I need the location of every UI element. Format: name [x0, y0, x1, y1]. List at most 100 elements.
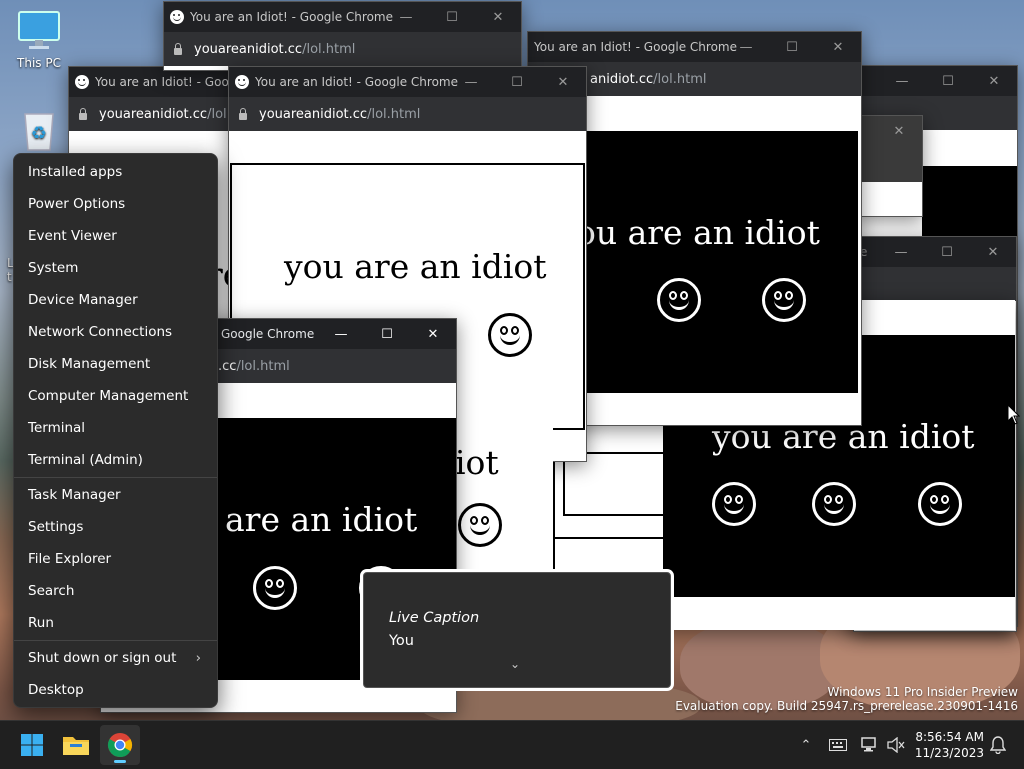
maximize-icon[interactable]: ☐	[364, 319, 410, 349]
window-title: You are an Idiot! - Google Chrome	[190, 10, 393, 24]
address-bar[interactable]: youareanidiot.cc/lol.	[69, 97, 239, 131]
watermark-line: Evaluation copy. Build 25947.rs_prerelea…	[675, 699, 1018, 713]
menu-item-shut-down[interactable]: Shut down or sign out ›	[14, 642, 217, 674]
close-icon[interactable]: ✕	[475, 2, 521, 32]
taskbar: ⌃ 8:56:54 AM 11/23/2023	[0, 720, 1024, 769]
maximize-icon[interactable]: ☐	[924, 237, 970, 267]
window-titlebar[interactable]: e — ☐ ✕	[854, 237, 1016, 267]
monitor-icon	[18, 11, 60, 49]
window-titlebar[interactable]: — ☐ ✕	[847, 66, 1017, 96]
smiley-face-icon	[918, 482, 962, 526]
active-indicator	[114, 760, 126, 763]
menu-item-event-viewer[interactable]: Event Viewer	[14, 220, 217, 252]
menu-item-power-options[interactable]: Power Options	[14, 188, 217, 220]
smiley-face-icon	[488, 313, 532, 357]
url-host: youareanidiot.cc	[259, 106, 368, 122]
smiley-face-icon	[253, 566, 297, 610]
network-icon[interactable]	[858, 721, 882, 769]
menu-item-computer-management[interactable]: Computer Management	[14, 380, 217, 412]
window-titlebar[interactable]: You are an Idiot! - Google Chrome — ☐ ✕	[229, 67, 586, 97]
desktop-partial-label: t	[7, 270, 12, 284]
desktop-icon-this-pc[interactable]: This PC	[9, 10, 69, 70]
chevron-right-icon: ›	[195, 650, 201, 666]
url-host: anidiot.cc	[590, 71, 654, 87]
url-host: youareanidiot.cc	[99, 106, 208, 122]
notification-bell-icon[interactable]	[986, 721, 1010, 769]
close-icon[interactable]: ✕	[815, 32, 861, 62]
close-icon[interactable]: ✕	[540, 67, 586, 97]
address-bar[interactable]: youareanidiot.cc/lol.html	[164, 32, 521, 66]
file-explorer-button[interactable]	[56, 725, 96, 765]
url-path: /lol.html	[302, 41, 356, 57]
keyboard-icon[interactable]	[826, 721, 850, 769]
smiley-face-icon	[657, 278, 701, 322]
close-icon[interactable]: ✕	[876, 116, 922, 146]
window-titlebar[interactable]: You are an Idiot! - Google Chrome	[69, 67, 239, 97]
volume-muted-icon[interactable]	[884, 721, 908, 769]
clock-date: 11/23/2023	[914, 746, 984, 760]
minimize-icon[interactable]: —	[383, 2, 429, 32]
minimize-icon[interactable]: —	[318, 319, 364, 349]
chevron-up-icon[interactable]: ⌃	[794, 721, 818, 769]
smiley-face-icon	[762, 278, 806, 322]
window-title: You are an Idiot! - Google Chrome	[95, 75, 239, 89]
menu-item-search[interactable]: Search	[14, 575, 217, 607]
menu-item-system[interactable]: System	[14, 252, 217, 284]
menu-item-network-connections[interactable]: Network Connections	[14, 316, 217, 348]
window-title: Google Chrome	[221, 327, 315, 341]
address-bar[interactable]: youareanidiot.cc/lol.html	[229, 97, 586, 131]
taskbar-clock[interactable]: 8:56:54 AM 11/23/2023	[915, 729, 984, 761]
clock-time: 8:56:54 AM	[915, 730, 984, 744]
page-fragment: iot	[455, 425, 553, 585]
chevron-down-icon[interactable]: ⌄	[510, 657, 520, 671]
url-host: .cc	[218, 358, 237, 374]
lock-icon	[174, 42, 182, 55]
maximize-icon[interactable]: ☐	[494, 67, 540, 97]
window-title: You are an Idiot! - Google Chrome	[255, 75, 458, 89]
menu-item-file-explorer[interactable]: File Explorer	[14, 543, 217, 575]
minimize-icon[interactable]: —	[448, 67, 494, 97]
quick-link-menu: Installed apps Power Options Event Viewe…	[13, 153, 218, 708]
start-button[interactable]	[12, 725, 52, 765]
menu-item-terminal-admin[interactable]: Terminal (Admin)	[14, 444, 217, 476]
maximize-icon[interactable]: ☐	[429, 2, 475, 32]
url-host: youareanidiot.cc	[194, 41, 303, 57]
address-bar[interactable]	[856, 146, 922, 182]
window-titlebar[interactable]: You are an Idiot! - Google Chrome — ☐ ✕	[528, 32, 861, 62]
minimize-icon[interactable]: —	[879, 66, 925, 96]
menu-item-device-manager[interactable]: Device Manager	[14, 284, 217, 316]
resize-cursor-icon	[1007, 404, 1020, 425]
close-icon[interactable]: ✕	[971, 66, 1017, 96]
chrome-window[interactable]: You are an Idiot! - Google Chrome — ☐ ✕ yo…	[163, 1, 522, 71]
menu-item-desktop[interactable]: Desktop	[14, 674, 217, 706]
minimize-icon[interactable]: —	[878, 237, 924, 267]
desktop-icon-label: This PC	[17, 56, 61, 70]
close-icon[interactable]: ✕	[410, 319, 456, 349]
live-caption-panel[interactable]: Live Caption You ⌄	[363, 572, 671, 688]
idiot-text: are an idiot	[225, 500, 418, 539]
windows-watermark: Windows 11 Pro Insider Preview Evaluatio…	[675, 685, 1018, 713]
chrome-icon	[107, 733, 133, 758]
menu-item-settings[interactable]: Settings	[14, 511, 217, 543]
recycle-bin-icon: ♻	[24, 113, 54, 151]
maximize-icon[interactable]: ☐	[769, 32, 815, 62]
menu-item-label: Shut down or sign out	[28, 650, 177, 666]
chrome-taskbar-button[interactable]	[100, 725, 140, 765]
close-icon[interactable]: ✕	[970, 237, 1016, 267]
idiot-text: ou are an idiot	[576, 213, 820, 252]
menu-item-disk-management[interactable]: Disk Management	[14, 348, 217, 380]
menu-item-terminal[interactable]: Terminal	[14, 412, 217, 444]
menu-item-task-manager[interactable]: Task Manager	[14, 479, 217, 511]
window-titlebar[interactable]: ✕	[856, 116, 922, 146]
address-bar[interactable]	[854, 267, 1016, 301]
minimize-icon[interactable]: —	[723, 32, 769, 62]
menu-item-run[interactable]: Run	[14, 607, 217, 639]
maximize-icon[interactable]: ☐	[925, 66, 971, 96]
live-caption-label: Live Caption	[389, 610, 480, 626]
window-titlebar[interactable]: You are an Idiot! - Google Chrome — ☐ ✕	[164, 2, 521, 32]
smiley-favicon-icon	[75, 75, 89, 89]
chrome-window[interactable]: ✕	[855, 115, 923, 217]
menu-item-installed-apps[interactable]: Installed apps	[14, 156, 217, 188]
lock-icon	[239, 107, 247, 120]
svg-text:♻: ♻	[31, 123, 47, 144]
